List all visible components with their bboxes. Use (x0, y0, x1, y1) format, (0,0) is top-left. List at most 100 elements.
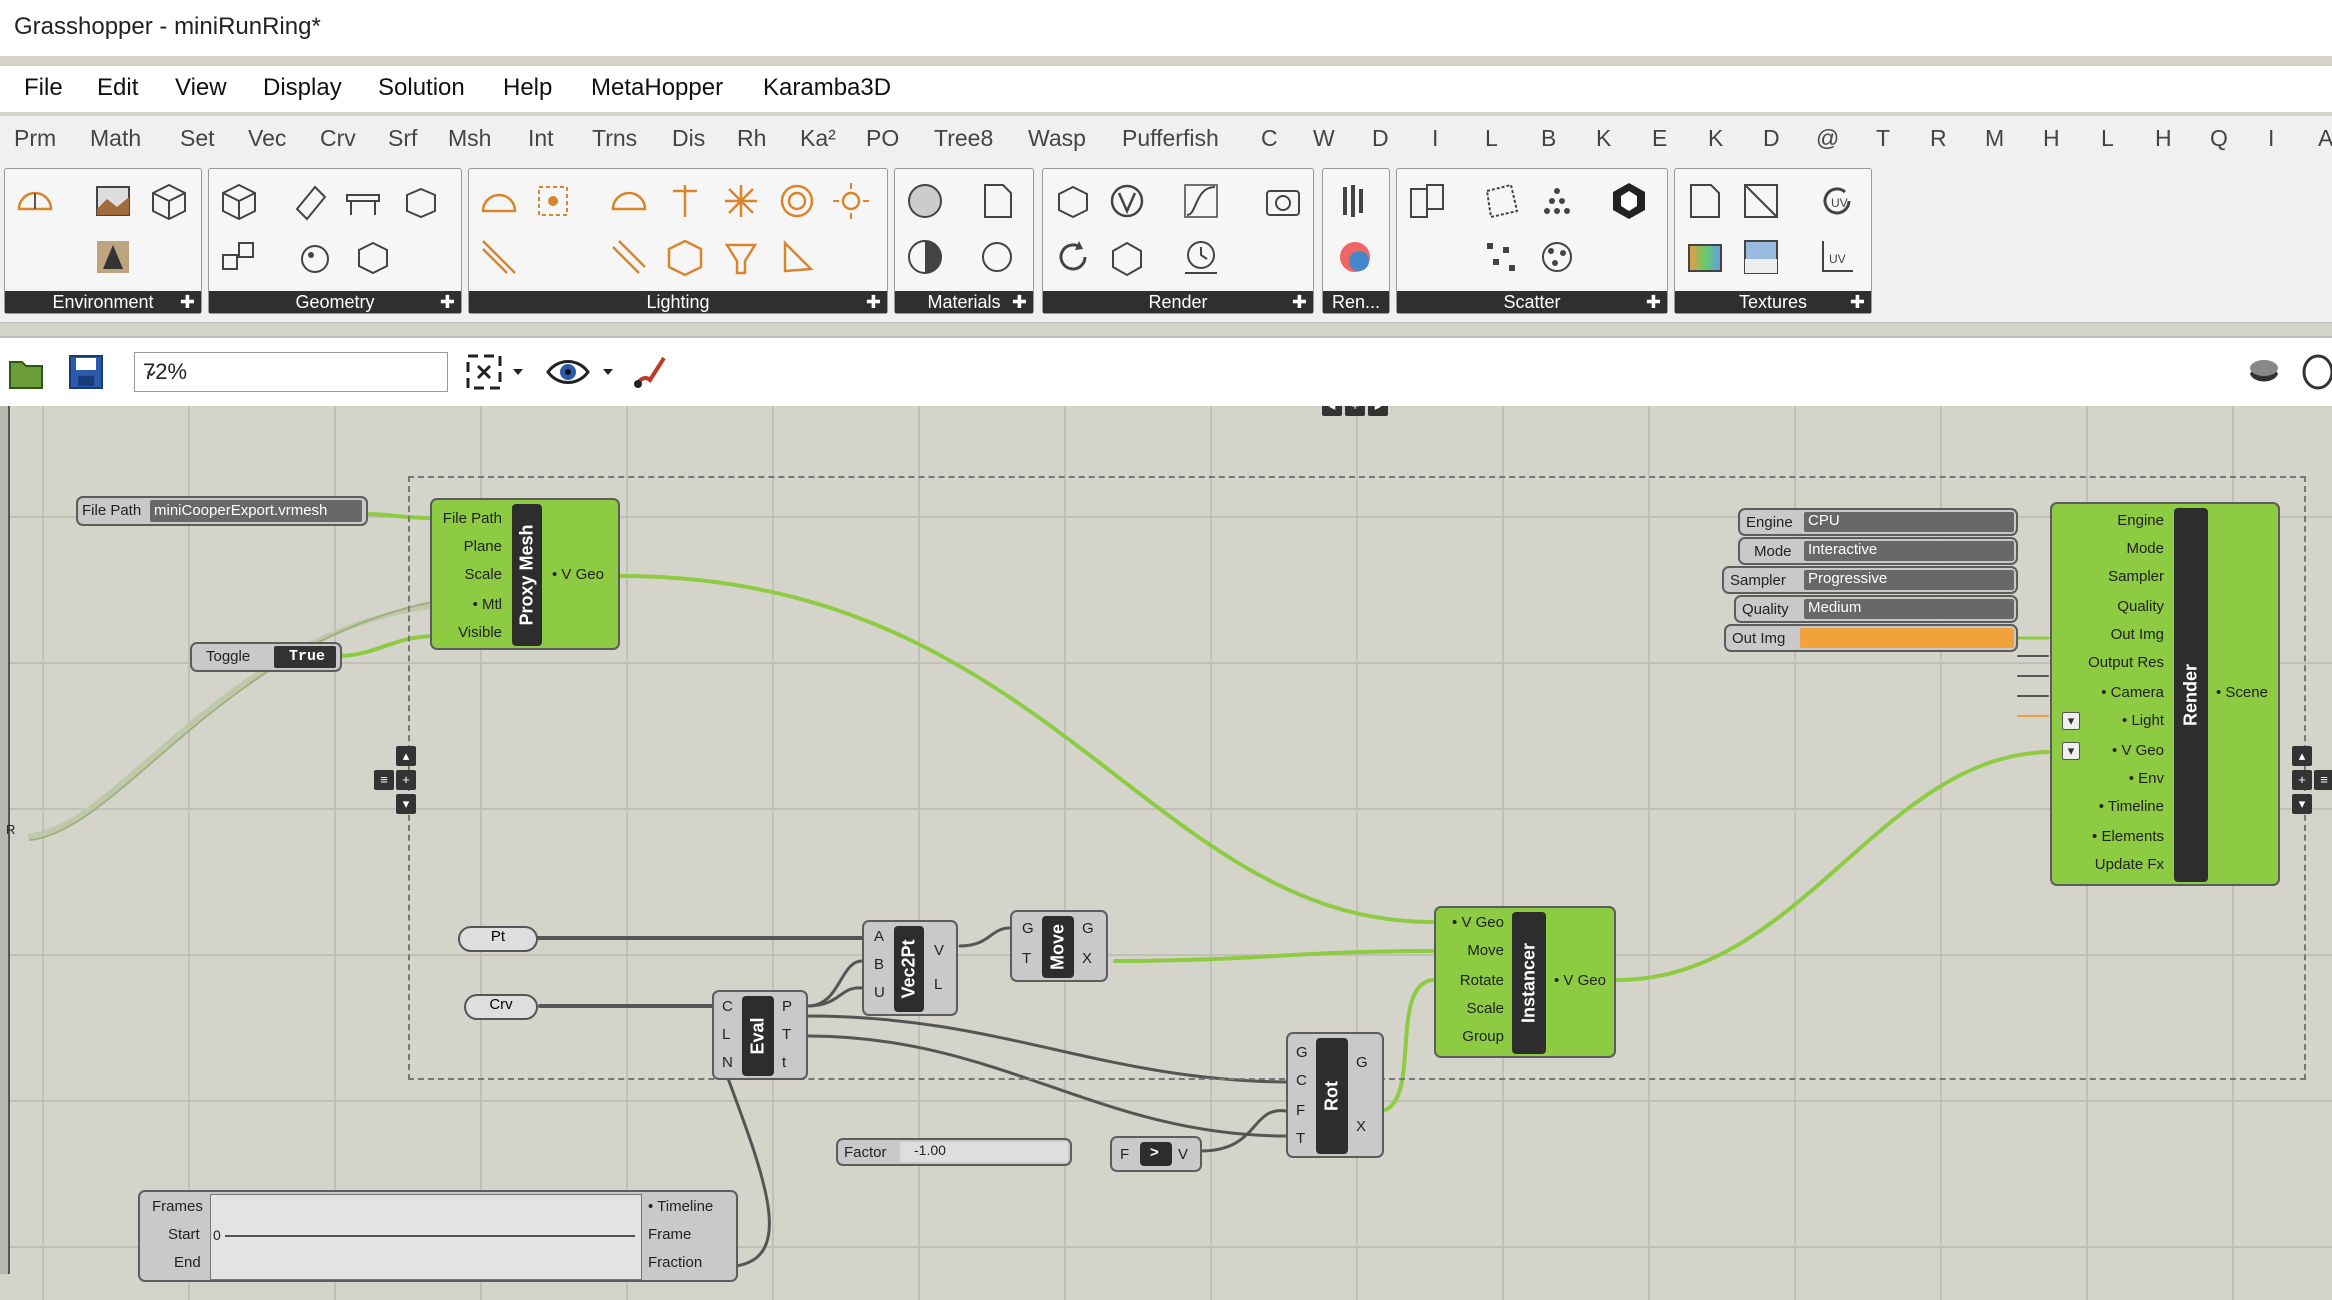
tab-c[interactable]: C (1261, 125, 1278, 152)
tab-t[interactable]: T (1876, 125, 1890, 152)
negative-component[interactable]: F > V (1110, 1136, 1202, 1172)
plane-icon[interactable] (289, 179, 333, 223)
sketch-pen-icon[interactable] (628, 350, 672, 394)
tab-d2[interactable]: D (1763, 125, 1780, 152)
vray-logo-icon[interactable] (1105, 179, 1149, 223)
gradient-texture-icon[interactable] (1683, 235, 1727, 279)
material-library-icon[interactable] (975, 235, 1019, 279)
export-icon[interactable] (1105, 235, 1149, 279)
proxy-box-icon[interactable] (351, 235, 395, 279)
tab-m[interactable]: M (1985, 125, 2004, 152)
menu-help[interactable]: Help (503, 74, 552, 102)
camera-icon[interactable] (1261, 179, 1305, 223)
instancer-component[interactable]: • V Geo Move Rotate Scale Group Instance… (1434, 906, 1616, 1058)
value-list-mode[interactable]: Mode Interactive (1738, 537, 2018, 565)
tab-trns[interactable]: Trns (592, 125, 637, 152)
tab-msh[interactable]: Msh (448, 125, 491, 152)
proxy-mesh-component[interactable]: File Path Plane Scale • Mtl Visible Prox… (430, 498, 620, 650)
refresh-icon[interactable] (1051, 235, 1095, 279)
timeline-track[interactable]: 0 (210, 1194, 642, 1280)
uvw-icon[interactable]: UV (1815, 235, 1859, 279)
preview-dropdown-icon[interactable] (598, 350, 618, 394)
tab-pufferfish[interactable]: Pufferfish (1122, 125, 1219, 152)
light-expand-icon[interactable]: ▾ (2062, 712, 2080, 730)
menu-edit[interactable]: Edit (97, 74, 138, 102)
tab-at[interactable]: @ (1816, 125, 1839, 152)
zui-add-right-icon[interactable]: + (2292, 770, 2312, 790)
out-img-param[interactable]: Out Img (1724, 624, 2018, 652)
rot-component[interactable]: G C F T Rot G X (1286, 1032, 1384, 1158)
menu-display[interactable]: Display (263, 74, 342, 102)
cone-light-icon[interactable] (719, 235, 763, 279)
pt-param[interactable]: Pt (458, 926, 538, 952)
value-list-sampler-value[interactable]: Progressive (1804, 570, 2014, 590)
tab-i[interactable]: I (1432, 125, 1438, 152)
tab-l[interactable]: L (1485, 125, 1498, 152)
scatter-frames-icon[interactable] (1405, 179, 1449, 223)
tab-dis[interactable]: Dis (672, 125, 705, 152)
material-doc-icon[interactable] (975, 179, 1019, 223)
factor-slider[interactable]: Factor -1.00 (836, 1138, 1072, 1166)
filepath-param[interactable]: File Path miniCooperExport.vrmesh (76, 496, 368, 526)
tab-b[interactable]: B (1541, 125, 1556, 152)
grasshopper-canvas[interactable]: R ☰ ◂ + ▸ (0, 406, 2332, 1300)
tab-prm[interactable]: Prm (14, 125, 56, 152)
scatter-grid-icon[interactable] (1535, 179, 1579, 223)
texture-split-icon[interactable] (1739, 179, 1783, 223)
value-list-quality-value[interactable]: Medium (1804, 599, 2014, 619)
group-right-icon[interactable]: ▸ (1368, 406, 1388, 416)
dome-icon[interactable] (13, 179, 57, 223)
chaos-logo-icon[interactable] (1607, 179, 1651, 223)
menu-metahopper[interactable]: MetaHopper (591, 74, 723, 102)
sky-texture-icon[interactable] (1739, 235, 1783, 279)
toggle-param[interactable]: Toggle True (190, 642, 342, 672)
uv-project-icon[interactable]: UV (1815, 179, 1859, 223)
tab-rh[interactable]: Rh (737, 125, 766, 152)
sun-icon[interactable] (829, 179, 873, 223)
value-list-engine-value[interactable]: CPU (1804, 512, 2014, 532)
render-component[interactable]: Render Engine Mode Sampler Quality Out I… (2050, 502, 2280, 886)
tab-q[interactable]: Q (2210, 125, 2228, 152)
preview-eye-icon[interactable] (546, 350, 590, 394)
group-add-icon[interactable]: + (1345, 406, 1365, 416)
clock-icon[interactable] (1179, 235, 1223, 279)
zui-up-right-icon[interactable]: ▴ (2292, 746, 2312, 766)
tab-a[interactable]: A (2318, 125, 2332, 152)
tab-vec[interactable]: Vec (248, 125, 286, 152)
tab-math[interactable]: Math (90, 125, 141, 152)
tab-srf[interactable]: Srf (388, 125, 417, 152)
timeline-component[interactable]: Frames Start End 0 • Timeline Frame Frac… (138, 1190, 738, 1282)
sky-icon[interactable] (91, 235, 135, 279)
toggle-value[interactable]: True (274, 646, 336, 668)
tab-l2[interactable]: L (2101, 125, 2114, 152)
crv-param[interactable]: Crv (464, 994, 538, 1020)
menu-view[interactable]: View (175, 74, 227, 102)
open-file-icon[interactable] (4, 350, 48, 394)
landscape-icon[interactable] (91, 179, 135, 223)
spot-cone-icon[interactable] (775, 235, 819, 279)
tab-k2[interactable]: K (1708, 125, 1723, 152)
tab-h[interactable]: H (2043, 125, 2060, 152)
vgeo-expand-icon[interactable]: ▾ (2062, 742, 2080, 760)
material-blend-icon[interactable] (903, 235, 947, 279)
texture-file-icon[interactable] (1683, 179, 1727, 223)
mesh-light-icon[interactable] (663, 235, 707, 279)
eval-component[interactable]: C L N Eval P T t (712, 990, 808, 1080)
render-box-icon[interactable] (1051, 179, 1095, 223)
value-list-quality[interactable]: Quality Medium (1734, 595, 2018, 623)
cube-env-icon[interactable] (147, 179, 191, 223)
tab-po[interactable]: PO (866, 125, 899, 152)
tab-set[interactable]: Set (180, 125, 215, 152)
direct-light-icon[interactable] (477, 235, 521, 279)
box-icon[interactable] (217, 179, 261, 223)
tab-wasp[interactable]: Wasp (1028, 125, 1086, 152)
value-list-mode-value[interactable]: Interactive (1804, 541, 2014, 561)
tab-int[interactable]: Int (528, 125, 554, 152)
tab-h2[interactable]: H (2155, 125, 2172, 152)
tab-crv[interactable]: Crv (320, 125, 356, 152)
value-list-engine[interactable]: Engine CPU (1738, 508, 2018, 536)
zoom-dropdown[interactable]: 72% ⌄ (134, 352, 448, 392)
tab-e[interactable]: E (1652, 125, 1667, 152)
dome-light-icon[interactable] (477, 179, 521, 223)
vec2pt-component[interactable]: A B U Vec2Pt V L (862, 920, 958, 1016)
